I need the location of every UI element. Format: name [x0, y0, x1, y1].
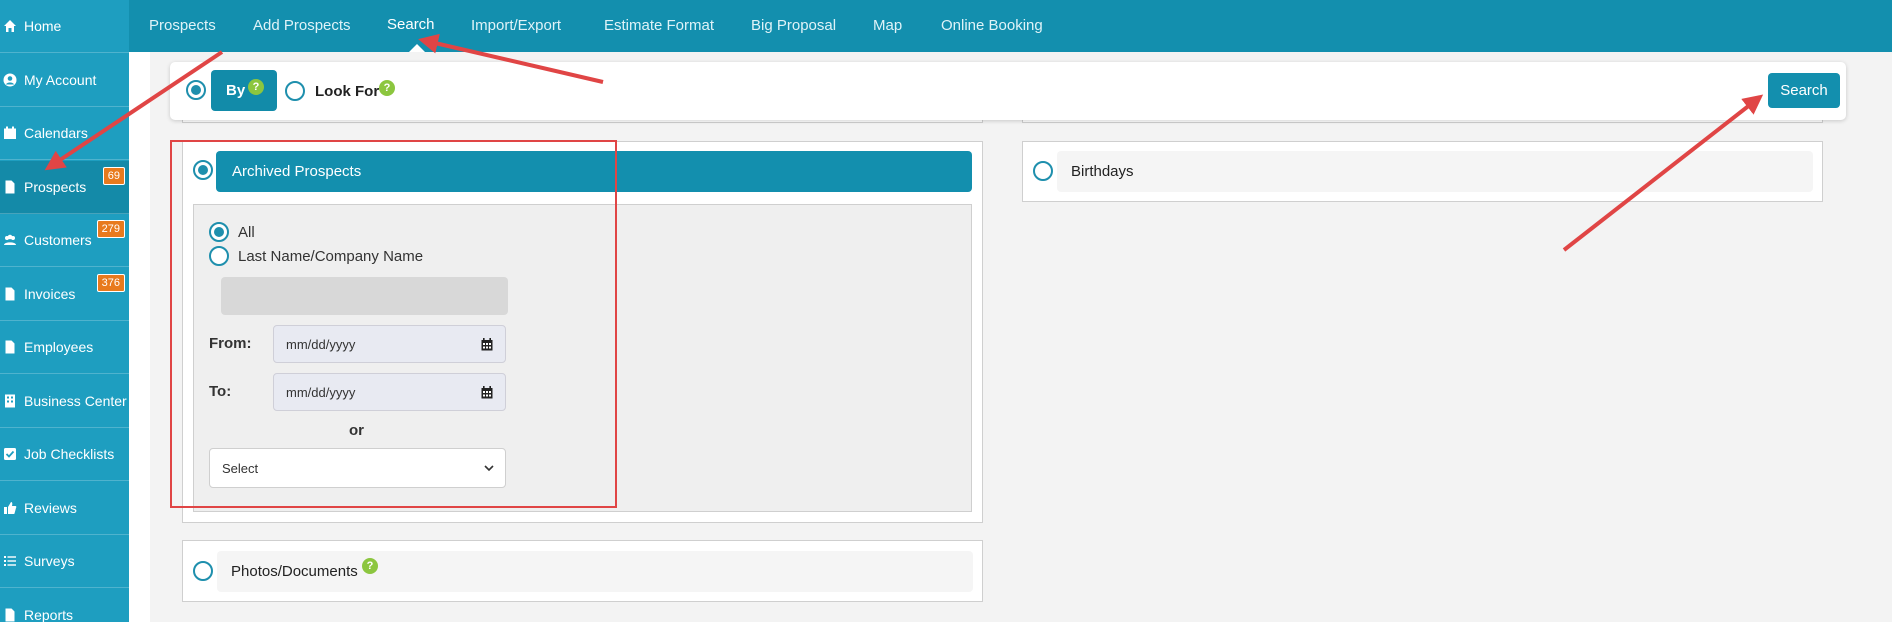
file-icon	[5, 340, 15, 354]
tab-prospects[interactable]: Prospects	[149, 17, 216, 34]
sidebar-item-surveys[interactable]: Surveys	[0, 535, 129, 588]
tab-add-prospects[interactable]: Add Prospects	[253, 17, 351, 34]
sidebar: Home My Account Calendars Prospects 69 C…	[0, 0, 129, 623]
sidebar-item-employees[interactable]: Employees	[0, 321, 129, 374]
tab-map[interactable]: Map	[873, 17, 902, 34]
sidebar-item-label: Home	[24, 18, 62, 34]
by-button[interactable]: By ?	[211, 70, 277, 111]
sidebar-item-job-checklists[interactable]: Job Checklists	[0, 428, 129, 481]
count-badge: 279	[96, 220, 125, 238]
sidebar-item-invoices[interactable]: Invoices 376	[0, 268, 129, 321]
look-for-label: Look For	[315, 83, 380, 100]
sidebar-item-label: Prospects	[24, 179, 87, 195]
sidebar-item-reports[interactable]: Reports	[0, 589, 129, 642]
sidebar-item-my-account[interactable]: My Account	[0, 54, 129, 107]
sidebar-item-label: Reviews	[24, 500, 77, 516]
sidebar-item-label: Surveys	[24, 553, 75, 569]
file-icon	[5, 287, 15, 301]
look-for-radio[interactable]	[285, 81, 305, 101]
annotation-highlight-box	[170, 140, 617, 508]
search-mode-bar	[170, 62, 1846, 120]
user-circle-icon	[3, 73, 17, 87]
sidebar-item-customers[interactable]: Customers 279	[0, 214, 129, 267]
sidebar-item-prospects[interactable]: Prospects 69	[0, 161, 129, 214]
by-radio[interactable]	[186, 80, 206, 100]
sidebar-item-label: Job Checklists	[24, 446, 115, 462]
help-icon[interactable]: ?	[362, 558, 378, 574]
sidebar-item-reviews[interactable]: Reviews	[0, 482, 129, 535]
users-icon	[4, 234, 16, 245]
sidebar-item-label: Invoices	[24, 286, 76, 302]
tab-import-export[interactable]: Import/Export	[471, 17, 561, 34]
check-square-icon	[4, 448, 16, 460]
building-icon	[5, 394, 15, 408]
sidebar-item-label: Customers	[24, 232, 92, 248]
top-nav: Prospects Add Prospects Search Import/Ex…	[129, 0, 1892, 52]
sidebar-item-label: Reports	[24, 607, 74, 623]
sidebar-item-home[interactable]: Home	[0, 0, 129, 53]
tab-estimate-format[interactable]: Estimate Format	[604, 17, 714, 34]
photos-documents-radio[interactable]	[193, 561, 213, 581]
sidebar-item-label: Calendars	[24, 125, 88, 141]
thumbs-up-icon	[4, 502, 17, 514]
list-icon	[4, 556, 16, 566]
sidebar-item-label: Employees	[24, 339, 94, 355]
home-icon	[4, 20, 16, 32]
tab-search[interactable]: Search	[387, 16, 435, 33]
tab-online-booking[interactable]: Online Booking	[941, 17, 1043, 34]
help-icon[interactable]: ?	[248, 79, 264, 95]
photos-documents-header[interactable]: Photos/Documents	[217, 551, 973, 592]
sidebar-item-calendars[interactable]: Calendars	[0, 107, 129, 160]
search-button[interactable]: Search	[1768, 73, 1840, 108]
sidebar-item-label: My Account	[24, 72, 97, 88]
by-label: By	[226, 82, 246, 99]
birthdays-title: Birthdays	[1071, 163, 1134, 180]
sidebar-item-label: Business Center	[24, 393, 127, 409]
sidebar-item-business-center[interactable]: Business Center	[0, 375, 129, 428]
photos-documents-title: Photos/Documents	[231, 563, 358, 580]
active-tab-indicator	[409, 44, 425, 52]
count-badge: 69	[102, 167, 125, 185]
count-badge: 376	[96, 274, 125, 292]
birthdays-radio[interactable]	[1033, 161, 1053, 181]
help-icon[interactable]: ?	[379, 80, 395, 96]
file-icon	[5, 180, 15, 194]
calendar-icon	[4, 126, 16, 139]
file-icon	[5, 608, 15, 622]
tab-big-proposal[interactable]: Big Proposal	[751, 17, 836, 34]
birthdays-header[interactable]: Birthdays	[1057, 151, 1813, 192]
